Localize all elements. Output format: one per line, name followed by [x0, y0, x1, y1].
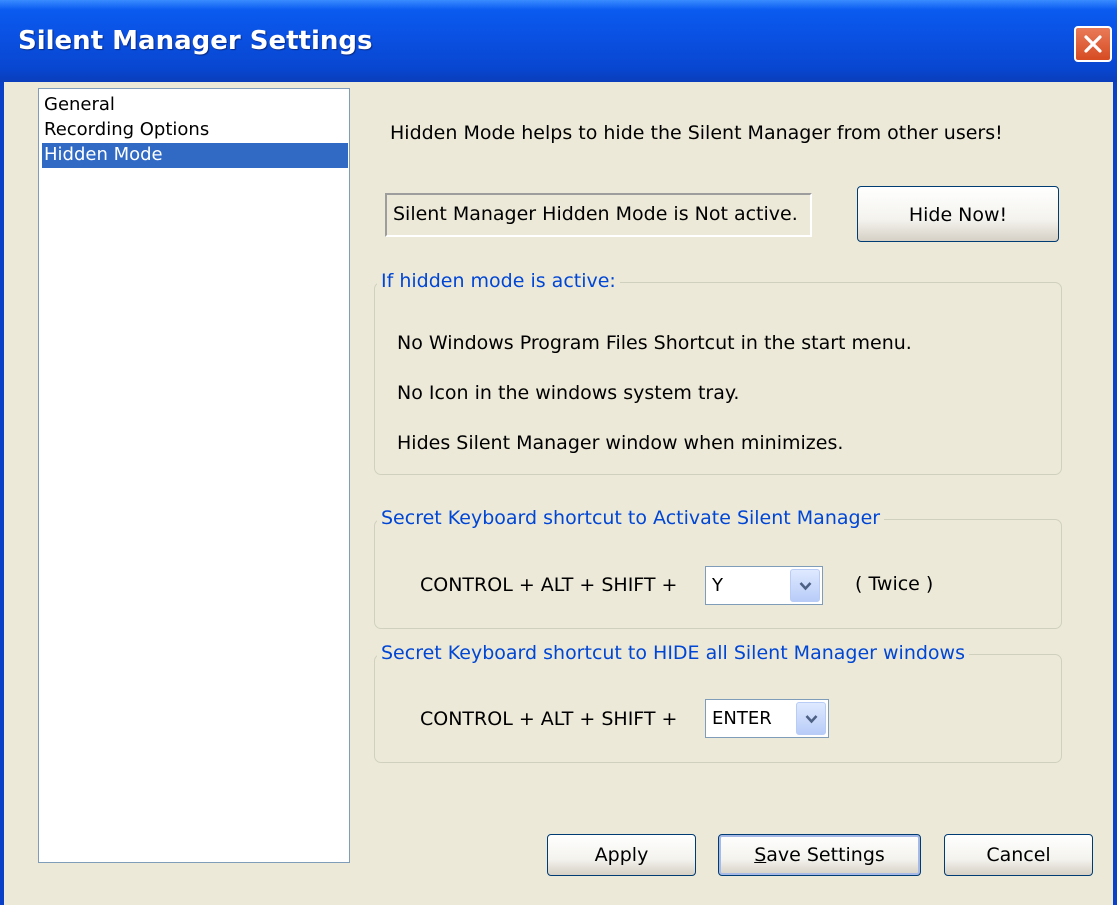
hidden-mode-description: Hidden Mode helps to hide the Silent Man… [390, 122, 1003, 144]
hidden-mode-status-field: Silent Manager Hidden Mode is Not active… [385, 193, 812, 237]
twice-label: ( Twice ) [855, 573, 934, 595]
group-legend: If hidden mode is active: [377, 270, 620, 292]
effect-line-start-menu: No Windows Program Files Shortcut in the… [397, 332, 912, 354]
settings-category-list[interactable]: General Recording Options Hidden Mode [38, 88, 350, 863]
nav-item-recording-options[interactable]: Recording Options [42, 118, 209, 143]
hide-key-dropdown[interactable]: ENTER [705, 699, 829, 738]
effect-line-tray-icon: No Icon in the windows system tray. [397, 382, 740, 404]
group-legend: Secret Keyboard shortcut to HIDE all Sil… [377, 642, 969, 664]
window-title: Silent Manager Settings [18, 26, 373, 56]
activate-key-value: Y [712, 575, 723, 596]
title-bar[interactable]: Silent Manager Settings [0, 0, 1117, 82]
activate-shortcut-prefix: CONTROL + ALT + SHIFT + [420, 574, 678, 596]
dialog-client-area: General Recording Options Hidden Mode Hi… [4, 82, 1113, 905]
hide-now-button[interactable]: Hide Now! [857, 186, 1059, 242]
settings-window: Silent Manager Settings General Recordin… [0, 0, 1117, 905]
hide-key-value: ENTER [712, 708, 772, 729]
chevron-down-icon [799, 582, 812, 591]
status-text: Silent Manager Hidden Mode is Not active… [393, 203, 798, 225]
dropdown-button[interactable] [796, 702, 826, 735]
activate-key-dropdown[interactable]: Y [705, 566, 823, 605]
cancel-button[interactable]: Cancel [944, 834, 1093, 876]
close-button[interactable] [1074, 26, 1112, 62]
save-label-rest: ave Settings [766, 844, 885, 866]
save-mnemonic: S [754, 844, 767, 866]
hidden-mode-effects-group: If hidden mode is active: No Windows Pro… [374, 270, 1062, 475]
close-x-icon [1084, 35, 1102, 53]
nav-item-hidden-mode[interactable]: Hidden Mode [42, 143, 348, 168]
group-legend: Secret Keyboard shortcut to Activate Sil… [377, 507, 885, 529]
dropdown-button[interactable] [790, 569, 820, 602]
effect-line-minimize: Hides Silent Manager window when minimiz… [397, 432, 844, 454]
apply-button[interactable]: Apply [547, 834, 696, 876]
save-settings-button[interactable]: Save Settings [718, 834, 921, 876]
chevron-down-icon [805, 715, 818, 724]
hide-shortcut-prefix: CONTROL + ALT + SHIFT + [420, 708, 678, 730]
nav-item-general[interactable]: General [42, 93, 115, 118]
